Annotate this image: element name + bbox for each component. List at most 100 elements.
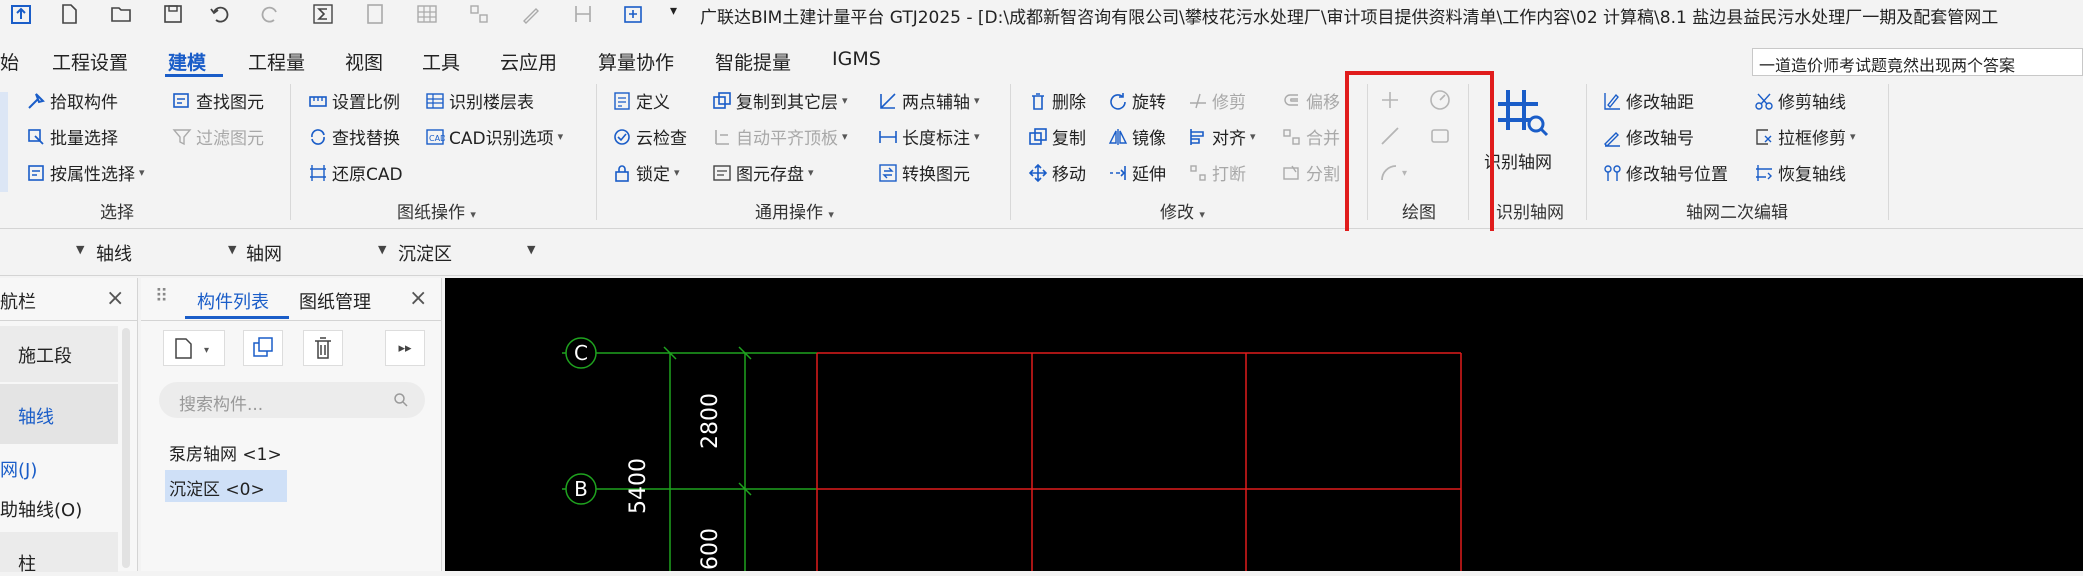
find-elements-button[interactable]: 查找图元 (172, 88, 264, 113)
sum-icon[interactable] (312, 3, 334, 25)
type-dropdown[interactable]: 轴网 (246, 239, 386, 267)
drag-handle-icon[interactable]: ⠿ (155, 286, 168, 307)
rotate-button[interactable]: 旋转 (1108, 88, 1166, 113)
element-dropdown[interactable]: 沉淀区 (398, 239, 538, 267)
restore-cad-button[interactable]: 还原CAD (308, 160, 403, 185)
delete-button[interactable]: 删除 (1028, 88, 1086, 113)
grid-table-icon[interactable] (416, 3, 438, 25)
tab-drawing-management[interactable]: 图纸管理 (299, 288, 371, 314)
close-icon[interactable]: × (106, 286, 124, 311)
nav-item-column[interactable]: 柱 (18, 550, 36, 576)
lock-button[interactable]: 锁定 ▾ (612, 160, 680, 185)
identify-axis-button[interactable]: 识别轴网 (1482, 84, 1562, 194)
split-label: 分割 (1306, 165, 1340, 185)
save-elements-button[interactable]: 图元存盘 ▾ (712, 160, 814, 185)
tab-view[interactable]: 视图 (345, 48, 383, 75)
customize-caret-icon[interactable]: ▾ (670, 3, 692, 25)
modify-axis-number-position-button[interactable]: 修改轴号位置 (1602, 160, 1728, 185)
pen-icon[interactable] (520, 3, 542, 25)
columns-icon[interactable] (572, 3, 594, 25)
modify-axis-number-button[interactable]: 修改轴号 (1602, 124, 1694, 149)
tab-modeling[interactable]: 建模 (168, 48, 206, 75)
copy-to-floor-button[interactable]: 复制到其它层 ▾ (712, 88, 848, 113)
batch-select-button[interactable]: 批量选择 (26, 124, 118, 149)
new-component-button[interactable]: ▾ (163, 330, 225, 366)
tab-start[interactable]: 始 (0, 48, 19, 75)
type-dropdown-value: 轴网 (246, 244, 282, 265)
app-logo-icon[interactable] (10, 3, 32, 25)
tab-igms[interactable]: IGMS (832, 48, 881, 70)
find-replace-button[interactable]: 查找替换 (308, 124, 400, 149)
length-dimension-button[interactable]: 长度标注 ▾ (878, 124, 980, 149)
align-button[interactable]: 对齐 ▾ (1188, 124, 1256, 149)
nav-item-axis-grid[interactable]: 网(J) (0, 456, 37, 482)
break-button[interactable]: 打断 (1188, 160, 1246, 185)
identify-floor-table-button[interactable]: 识别楼层表 (425, 88, 534, 113)
report-icon[interactable] (364, 3, 386, 25)
more-options-button[interactable]: ▸▸ (385, 330, 425, 366)
tab-quantity[interactable]: 工程量 (248, 48, 305, 75)
redo-icon[interactable] (260, 3, 282, 25)
list-item[interactable]: 泵房轴网 <1> (169, 440, 282, 465)
tab-cloud[interactable]: 云应用 (500, 48, 557, 75)
save-icon[interactable] (162, 3, 184, 25)
modify-axis-spacing-button[interactable]: 修改轴距 (1602, 88, 1694, 113)
axis-grid-drawing[interactable]: C B 2800 5400 2600 (445, 278, 2083, 571)
split-icon (1283, 165, 1299, 180)
auto-flat-icon (715, 129, 729, 145)
cloud-check-button[interactable]: 云检查 (612, 124, 687, 149)
trim-button[interactable]: 修剪 (1188, 88, 1246, 113)
category-dropdown[interactable]: 轴线 (96, 239, 236, 267)
chevron-down-icon[interactable]: ▼ (378, 243, 386, 256)
undo-icon[interactable] (208, 3, 230, 25)
export-icon[interactable] (622, 3, 644, 25)
copy-button[interactable]: 复制 (1028, 124, 1086, 149)
pull-box-trim-button[interactable]: 拉框修剪 ▾ (1754, 124, 1856, 149)
drawing-canvas[interactable]: C B 2800 5400 2600 (445, 278, 2083, 571)
tab-tools[interactable]: 工具 (422, 48, 460, 75)
scrollbar[interactable] (122, 328, 130, 568)
delete-component-button[interactable] (303, 330, 343, 366)
set-scale-button[interactable]: 设置比例 (308, 88, 400, 113)
chevron-down-icon[interactable]: ▼ (228, 243, 236, 256)
layout-icon[interactable] (468, 3, 490, 25)
floor-dropdown[interactable] (0, 239, 82, 267)
split-button[interactable]: 分割 (1282, 160, 1340, 185)
select-by-attribute-button[interactable]: 按属性选择 ▾ (26, 160, 145, 185)
copy-to-floor-icon (713, 91, 731, 109)
pick-component-button[interactable]: 拾取构件 (26, 88, 118, 113)
tab-smart-extract[interactable]: 智能提量 (715, 48, 791, 75)
two-point-axis-button[interactable]: 两点辅轴 ▾ (878, 88, 980, 113)
tab-component-list[interactable]: 构件列表 (197, 288, 269, 314)
auto-flat-slab-button[interactable]: 自动平齐顶板 ▾ (712, 124, 848, 149)
nav-item-auxiliary-axis[interactable]: 助轴线(O) (0, 496, 82, 522)
convert-elements-button[interactable]: 转换图元 (878, 160, 970, 185)
new-file-icon[interactable] (58, 3, 80, 25)
ribbon-left-edge (0, 92, 8, 192)
merge-button[interactable]: 合并 (1282, 124, 1340, 149)
nav-item-construction-section[interactable]: 施工段 (18, 342, 72, 368)
chevron-down-icon[interactable]: ▼ (527, 243, 535, 256)
offset-button[interactable]: 偏移 (1282, 88, 1340, 113)
close-icon[interactable]: × (409, 286, 427, 311)
tab-project-settings[interactable]: 工程设置 (52, 48, 128, 75)
mirror-button[interactable]: 镜像 (1108, 124, 1166, 149)
chevron-down-icon: ▾ (974, 94, 980, 107)
help-search-input[interactable]: 一道造价师考试题竟然出现两个答案 (1752, 48, 2083, 76)
define-button[interactable]: 定义 (612, 88, 670, 113)
group-label-axis-edit: 轴网二次编辑 (1686, 203, 1788, 223)
trim-axis-button[interactable]: 修剪轴线 (1754, 88, 1846, 113)
component-search-input[interactable]: 搜索构件... (159, 382, 425, 418)
filter-elements-button[interactable]: 过滤图元 (172, 124, 264, 149)
move-button[interactable]: 移动 (1028, 160, 1086, 185)
restore-axis-button[interactable]: 恢复轴线 (1754, 160, 1846, 185)
chevron-down-icon[interactable]: ▼ (76, 243, 84, 256)
list-item-selected[interactable]: 沉淀区 <0> (169, 475, 265, 500)
cad-options-button[interactable]: CAD CAD识别选项 ▾ (425, 124, 563, 149)
title-bar: ▾ 广联达BIM土建计量平台 GTJ2025 - [D:\成都新智咨询有限公司\… (0, 0, 2083, 30)
tab-collaboration[interactable]: 算量协作 (598, 48, 674, 75)
nav-item-axis[interactable]: 轴线 (18, 403, 54, 429)
open-folder-icon[interactable] (110, 3, 132, 25)
copy-component-button[interactable] (243, 330, 283, 366)
extend-button[interactable]: 延伸 (1108, 160, 1166, 185)
